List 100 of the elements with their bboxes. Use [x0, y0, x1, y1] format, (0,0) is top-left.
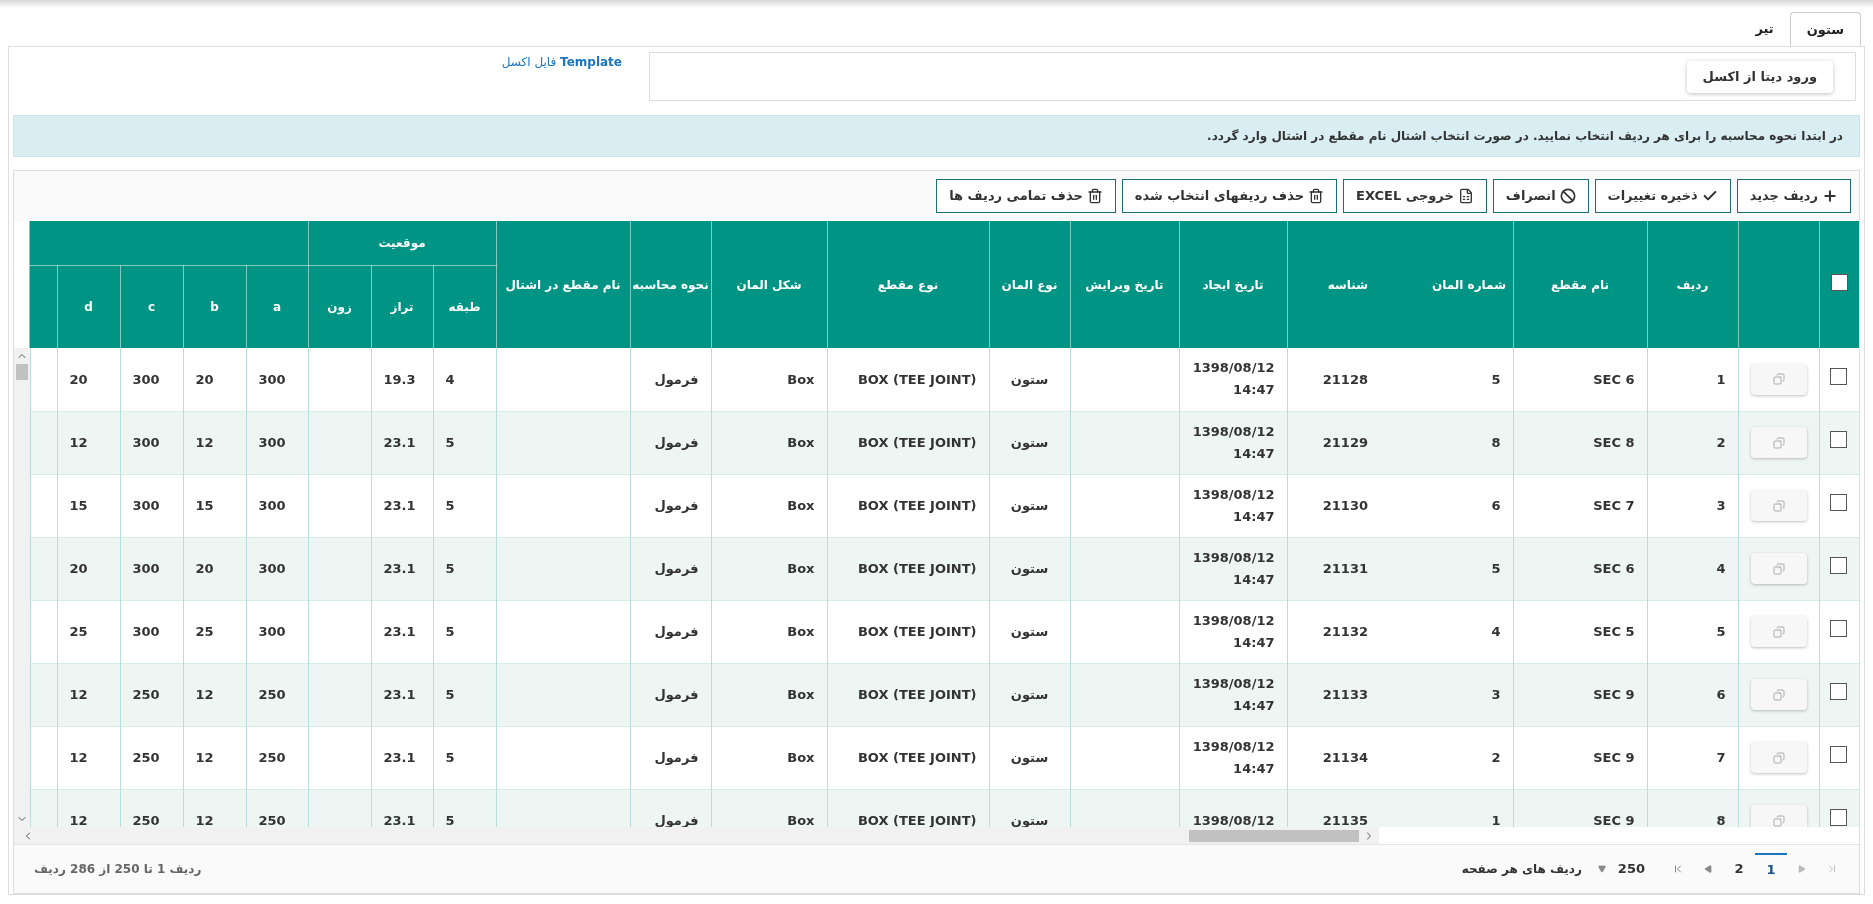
- toolbar-button[interactable]: حذف تمامی ردیف ها: [936, 179, 1116, 213]
- toolbar-button[interactable]: حذف ردیفهای انتخاب شده: [1121, 179, 1338, 213]
- table-cell: 12: [69, 812, 88, 827]
- toolbar-button[interactable]: انصراف: [1492, 179, 1589, 213]
- table-cell: 6: [1716, 686, 1726, 702]
- row-checkbox[interactable]: [1830, 683, 1847, 701]
- table-cell: 250: [258, 812, 286, 827]
- page-button[interactable]: 2: [1723, 853, 1755, 885]
- copy-button[interactable]: [1750, 553, 1807, 584]
- table-cell: 250: [132, 812, 160, 827]
- table-cell: ستون: [1010, 623, 1049, 639]
- table-cell: BOX (TEE JOINT): [857, 434, 977, 450]
- table-cell: BOX (TEE JOINT): [857, 560, 977, 576]
- table-cell: SEC 7: [1593, 497, 1635, 513]
- toolbar-button[interactable]: خروجی EXCEL: [1343, 179, 1487, 213]
- page-size-dropdown[interactable]: 250: [1589, 854, 1653, 884]
- table-cell: 5: [445, 434, 455, 450]
- row-checkbox[interactable]: [1830, 431, 1847, 449]
- table-cell: Box: [787, 434, 815, 450]
- table-cell: ستون: [1010, 686, 1049, 702]
- table-cell: Box: [787, 497, 815, 513]
- scrollbar-thumb[interactable]: [15, 364, 28, 380]
- copy-button[interactable]: [1750, 616, 1807, 647]
- table-cell: 21131: [1322, 560, 1368, 576]
- table-cell: Box: [787, 812, 815, 827]
- scrollbar-thumb[interactable]: [1189, 829, 1359, 842]
- table-cell: 300: [132, 560, 160, 576]
- table-cell: 21130: [1322, 497, 1368, 513]
- row-checkbox[interactable]: [1830, 494, 1847, 512]
- table-cell: 5: [1716, 623, 1726, 639]
- table-cell: BOX (TEE JOINT): [857, 749, 977, 765]
- copy-button[interactable]: [1750, 679, 1807, 710]
- table-cell-text: 1398/08/12 14:47: [1191, 422, 1275, 463]
- table-cell: 250: [258, 749, 286, 765]
- table-cell: 20: [195, 560, 214, 576]
- table-cell: Box: [787, 371, 815, 387]
- table-cell: 5: [445, 686, 455, 702]
- table-cell: 23.1: [383, 623, 416, 639]
- table-cell: 1: [1716, 371, 1726, 387]
- table-cell: 250: [132, 686, 160, 702]
- copy-button[interactable]: [1750, 742, 1807, 773]
- chevron-bar-icon: [1826, 863, 1838, 875]
- table-cell: 300: [258, 497, 286, 513]
- column-group-header: موقعیت: [308, 221, 496, 265]
- table-cell: SEC 9: [1593, 812, 1635, 827]
- table-cell: ستون: [1010, 749, 1049, 765]
- copy-button[interactable]: [1750, 427, 1807, 458]
- table-cell: 23.1: [383, 749, 416, 765]
- row-checkbox[interactable]: [1830, 557, 1847, 575]
- copy-button[interactable]: [1750, 363, 1807, 395]
- tab[interactable]: تیر: [1739, 12, 1790, 46]
- table-cell: 23.1: [383, 812, 416, 827]
- table-cell: 300: [132, 497, 160, 513]
- row-checkbox[interactable]: [1830, 809, 1847, 827]
- table-cell: ستون: [1010, 371, 1049, 387]
- table-cell: 12: [195, 686, 214, 702]
- table-cell: 3: [1716, 497, 1726, 513]
- table-cell: 25: [195, 623, 214, 639]
- toolbar-button[interactable]: ردیف جدید: [1736, 179, 1851, 213]
- table-cell: 19.3: [383, 371, 416, 387]
- table-cell: 300: [132, 434, 160, 450]
- table-cell: 2: [1716, 434, 1726, 450]
- copy-icon: [1772, 751, 1785, 764]
- vertical-scrollbar[interactable]: [14, 348, 30, 827]
- table-cell: SEC 9: [1593, 686, 1635, 702]
- table-cell: 5: [1400, 348, 1513, 411]
- table-cell: SEC 6: [1593, 560, 1635, 576]
- copy-button[interactable]: [1750, 805, 1807, 827]
- table-cell: Box: [787, 749, 815, 765]
- page-button[interactable]: 1: [1755, 853, 1787, 885]
- table-cell: 5: [445, 812, 455, 827]
- row-checkbox[interactable]: [1830, 620, 1847, 638]
- spreadsheet-file-icon: [1457, 188, 1474, 204]
- select-all-checkbox[interactable]: [1830, 273, 1848, 291]
- copy-icon: [1772, 814, 1785, 827]
- table-cell: 12: [69, 749, 88, 765]
- row-checkbox[interactable]: [1830, 368, 1847, 385]
- table-cell: 2: [1400, 726, 1513, 789]
- table-cell: 5: [445, 623, 455, 639]
- table-cell: 300: [132, 623, 160, 639]
- table-cell: ستون: [1010, 434, 1049, 450]
- copy-button[interactable]: [1750, 490, 1807, 521]
- column-header: شماره المان: [1400, 221, 1513, 348]
- toolbar-button[interactable]: ذخیره تغییرات: [1594, 179, 1731, 213]
- table-cell: 5: [1400, 537, 1513, 600]
- caret-icon: [1597, 865, 1606, 873]
- table-cell: 12: [195, 812, 214, 827]
- excel-import-button[interactable]: ورود دیتا از اکسل: [1686, 60, 1833, 93]
- triangle-icon: [1704, 865, 1712, 873]
- table-cell: 8: [1716, 812, 1726, 827]
- tab[interactable]: ستون: [1789, 12, 1861, 46]
- table-cell: 23.1: [383, 686, 416, 702]
- table-cell: 23.1: [383, 560, 416, 576]
- table-cell: 12: [195, 749, 214, 765]
- pager-summary: ردیف 1 تا 250 از 286 ردیف: [34, 861, 202, 878]
- table-cell: 3: [1400, 663, 1513, 726]
- row-checkbox[interactable]: [1830, 746, 1847, 764]
- table-cell: 6: [1400, 474, 1513, 537]
- table-cell: 300: [258, 434, 286, 450]
- table-cell: ستون: [1010, 560, 1049, 576]
